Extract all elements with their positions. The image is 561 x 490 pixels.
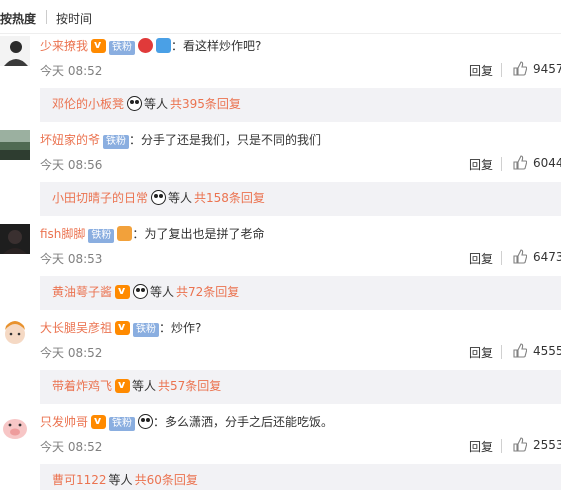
comment-time: 今天 08:52: [40, 64, 103, 78]
v-badge-icon: [115, 319, 131, 335]
avatar[interactable]: [0, 412, 30, 442]
panda-emoji-icon: [151, 190, 167, 205]
panda-emoji-icon: [138, 414, 154, 429]
reply-preview-count[interactable]: 共57条回复: [158, 379, 221, 393]
reply-preview-user[interactable]: 邓伦的小板凳: [52, 97, 124, 111]
reply-preview-user[interactable]: 曹可1122: [52, 473, 107, 487]
colon: ：: [132, 227, 145, 241]
avatar[interactable]: [0, 224, 30, 254]
comment-text: 分手了还是我们，只是不同的我们: [141, 133, 322, 147]
colon: ：: [129, 133, 142, 147]
avatar[interactable]: [0, 318, 30, 348]
thumbs-up-icon[interactable]: [513, 249, 527, 264]
reply-preview[interactable]: 带着炸鸡飞 等人共57条回复: [40, 370, 561, 404]
v-badge-icon: [115, 377, 131, 393]
comment-username[interactable]: 坏妞家的爷: [40, 133, 100, 147]
colon: ：: [171, 39, 184, 53]
like-count: 4555: [533, 344, 561, 358]
like-count: 2553: [533, 438, 561, 452]
red-emoji-icon: [138, 38, 154, 53]
action-divider: [501, 63, 502, 77]
comment-item: 少来撩我 铁粉 ：看这样炒作吧? 今天 08:52 回复 9457 邓伦的小板凳 等人…: [0, 36, 561, 130]
gift-emoji-icon: [117, 226, 133, 241]
panda-emoji-icon: [133, 284, 149, 299]
colon: ：: [159, 321, 172, 335]
fan-badge[interactable]: 铁粉: [109, 41, 136, 55]
thumbs-up-icon[interactable]: [513, 437, 527, 452]
comment-item: 大长腿吴彦祖 铁粉：炒作? 今天 08:52 回复 4555 带着炸鸡飞 等人共57…: [0, 318, 561, 412]
sort-by-hot-tab[interactable]: 按热度: [0, 10, 36, 27]
reply-button[interactable]: 回复: [469, 62, 493, 79]
v-badge-icon: [91, 413, 107, 429]
comment-time: 今天 08:52: [40, 440, 103, 454]
reply-button[interactable]: 回复: [469, 438, 493, 455]
reply-button[interactable]: 回复: [469, 344, 493, 361]
comment-item: 只发帅哥 铁粉 ：多么潇洒，分手之后还能吃饭。 今天 08:52 回复 2553 曹…: [0, 412, 561, 490]
reply-preview-others: 等人: [144, 97, 169, 111]
comment-text: 为了复出也是拼了老命: [144, 227, 265, 241]
thumbs-up-icon[interactable]: [513, 155, 527, 170]
comment-username[interactable]: 只发帅哥: [40, 415, 88, 429]
comment-text: 炒作?: [171, 321, 202, 335]
comment-username[interactable]: fish脚脚: [40, 227, 85, 241]
comment-username[interactable]: 大长腿吴彦祖: [40, 321, 112, 335]
v-badge-icon: [91, 37, 107, 53]
fan-badge[interactable]: 铁粉: [133, 323, 160, 337]
reply-button[interactable]: 回复: [469, 250, 493, 267]
reply-preview-count[interactable]: 共72条回复: [176, 285, 239, 299]
like-count: 6473: [533, 250, 561, 264]
reply-preview-user[interactable]: 带着炸鸡飞: [52, 379, 112, 393]
comment-time: 今天 08:53: [40, 252, 103, 266]
avatar[interactable]: [0, 36, 30, 66]
comment-text: 看这样炒作吧?: [183, 39, 262, 53]
like-count: 9457: [533, 62, 561, 76]
sort-divider: [46, 10, 47, 24]
colon: ：: [153, 415, 166, 429]
comment-time: 今天 08:56: [40, 158, 103, 172]
reply-preview[interactable]: 邓伦的小板凳 等人 共395条回复: [40, 88, 561, 122]
fan-badge[interactable]: 铁粉: [88, 229, 115, 243]
blue-emoji-icon: [156, 38, 172, 53]
like-count: 6044: [533, 156, 561, 170]
reply-preview-others: 等人: [150, 285, 175, 299]
panda-emoji-icon: [127, 96, 143, 111]
action-divider: [501, 251, 502, 265]
comment-username[interactable]: 少来撩我: [40, 39, 88, 53]
comment-item: fish脚脚 铁粉 ：为了复出也是拼了老命 今天 08:53 回复 6473 黄油萼…: [0, 224, 561, 318]
action-divider: [501, 345, 502, 359]
fan-badge[interactable]: 铁粉: [109, 417, 136, 431]
reply-preview-others: 等人: [132, 379, 157, 393]
v-badge-icon: [115, 283, 131, 299]
reply-preview-count[interactable]: 共158条回复: [194, 191, 265, 205]
thumbs-up-icon[interactable]: [513, 343, 527, 358]
reply-preview-count[interactable]: 共395条回复: [170, 97, 241, 111]
avatar[interactable]: [0, 130, 30, 160]
comment-item: 坏妞家的爷 铁粉 ：分手了还是我们，只是不同的我们 今天 08:56 回复 6044…: [0, 130, 561, 224]
sort-bar: 按热度 按时间: [0, 0, 561, 34]
comment-text: 多么潇洒，分手之后还能吃饭。: [165, 415, 334, 429]
reply-preview-others: 等人: [108, 473, 133, 487]
reply-button[interactable]: 回复: [469, 156, 493, 173]
fan-badge[interactable]: 铁粉: [103, 135, 130, 149]
reply-preview-user[interactable]: 黄油萼子酱: [52, 285, 112, 299]
reply-preview-others: 等人: [168, 191, 193, 205]
thumbs-up-icon[interactable]: [513, 61, 527, 76]
reply-preview-user[interactable]: 小田切晴子的日常: [52, 191, 148, 205]
comment-time: 今天 08:52: [40, 346, 103, 360]
reply-preview[interactable]: 小田切晴子的日常 等人 共158条回复: [40, 182, 561, 216]
action-divider: [501, 157, 502, 171]
reply-preview-count[interactable]: 共60条回复: [135, 473, 198, 487]
sort-by-time-tab[interactable]: 按时间: [56, 10, 92, 27]
action-divider: [501, 439, 502, 453]
reply-preview[interactable]: 黄油萼子酱 等人共72条回复: [40, 276, 561, 310]
reply-preview[interactable]: 曹可1122 等人 共60条回复: [40, 464, 561, 490]
